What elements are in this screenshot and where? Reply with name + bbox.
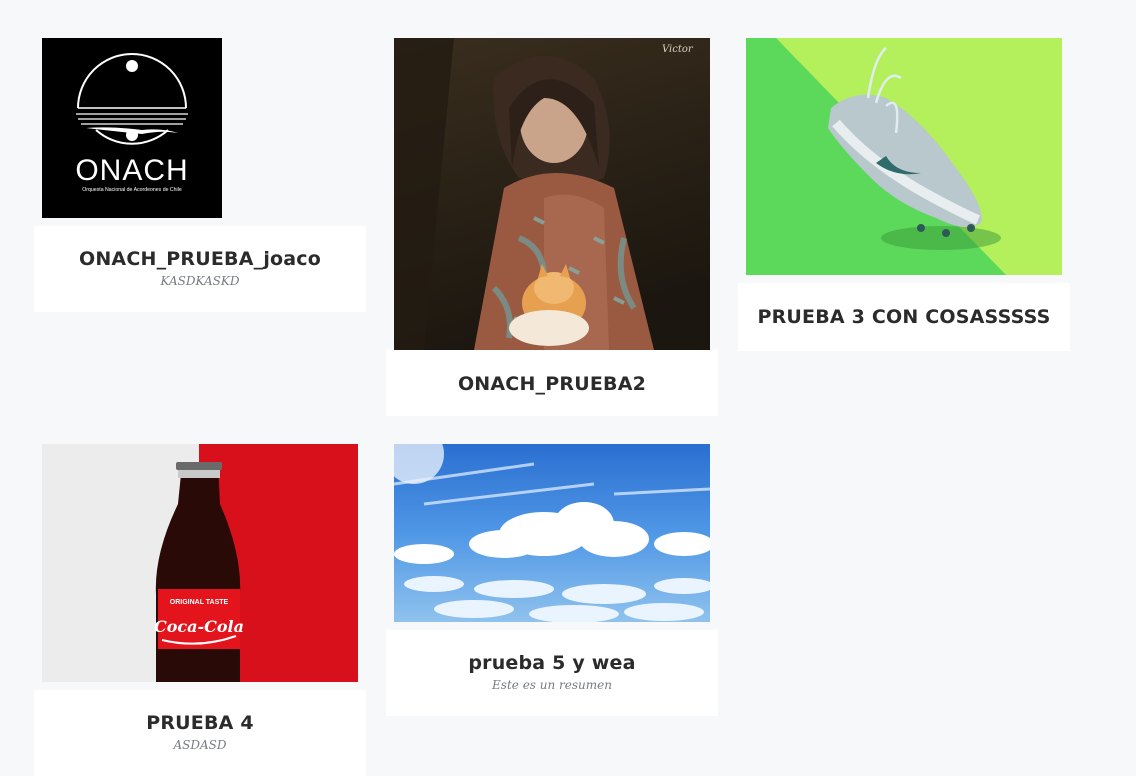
painting-girl-with-cat: Victor (394, 38, 710, 350)
post-title[interactable]: ONACH_PRUEBA_joaco (34, 248, 366, 270)
post-image-onach-logo[interactable]: ONACH Orquesta Nacional de Acordeones de… (42, 38, 222, 218)
post-card-info: ONACH_PRUEBA2 (386, 350, 718, 416)
post-card-info: PRUEBA 3 CON COSASSSSS (738, 283, 1070, 351)
onach-logo-name: ONACH (75, 154, 188, 187)
sky-with-clouds (394, 444, 710, 622)
post-title[interactable]: PRUEBA 4 (34, 712, 366, 734)
post-card-info: prueba 5 y wea Este es un resumen (386, 630, 718, 716)
post-title[interactable]: PRUEBA 3 CON COSASSSSS (738, 306, 1070, 328)
post-title[interactable]: prueba 5 y wea (386, 652, 718, 674)
painting-signature: Victor (662, 44, 694, 55)
post-image-painting[interactable]: Victor (394, 38, 710, 350)
post-card-info: PRUEBA 4 ASDASD (34, 690, 366, 776)
post-image-sky[interactable] (394, 444, 710, 622)
post-summary: KASDKASKD (160, 274, 240, 288)
post-grid: ONACH Orquesta Nacional de Acordeones de… (0, 0, 1136, 776)
coca-cola-label-top: ORIGINAL TASTE (170, 599, 229, 606)
post-image-sneaker[interactable] (746, 38, 1062, 275)
post-summary: Este es un resumen (492, 678, 612, 692)
coca-cola-bottle: ORIGINAL TASTE Coca-Cola (42, 444, 358, 682)
coca-cola-brand: Coca-Cola (154, 617, 244, 636)
post-image-coca-cola[interactable]: ORIGINAL TASTE Coca-Cola (42, 444, 358, 682)
onach-logo: ONACH Orquesta Nacional de Acordeones de… (75, 53, 188, 193)
onach-logo-tagline: Orquesta Nacional de Acordeones de Chile (82, 187, 182, 193)
post-title[interactable]: ONACH_PRUEBA2 (386, 373, 718, 395)
post-summary: ASDASD (173, 738, 227, 752)
post-card-info: ONACH_PRUEBA_joaco KASDKASKD (34, 226, 366, 312)
sneaker-on-green (746, 38, 1062, 275)
